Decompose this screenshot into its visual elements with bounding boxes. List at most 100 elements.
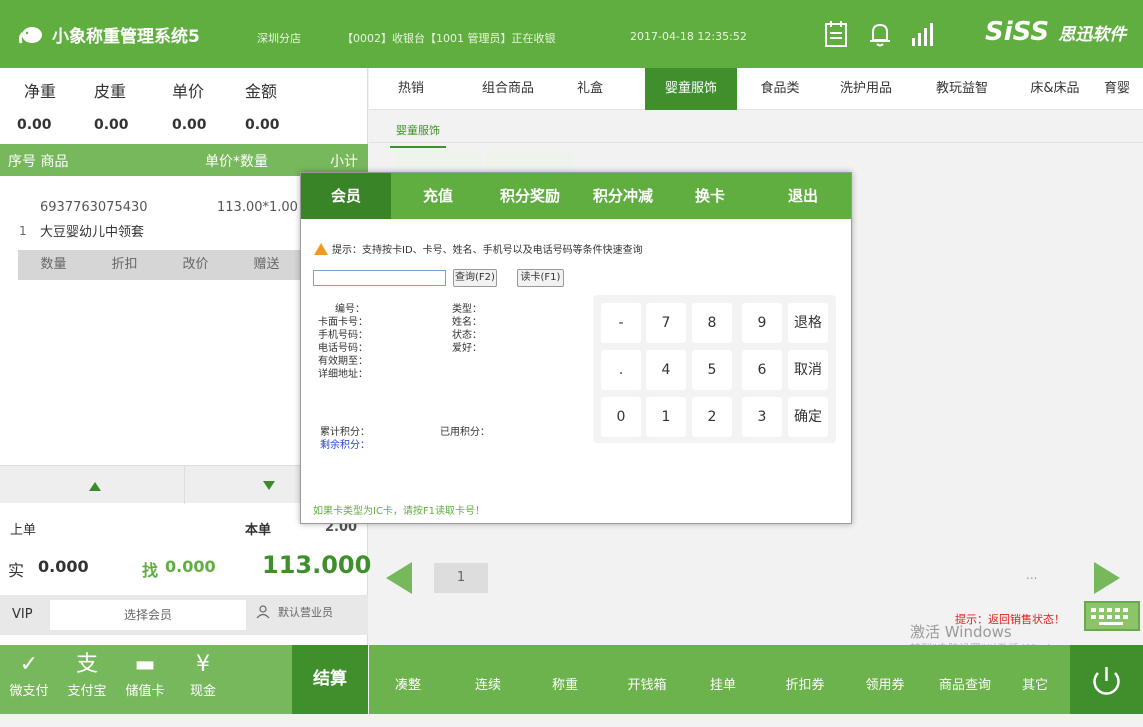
page-number[interactable]: 1 bbox=[434, 563, 488, 593]
product-tile[interactable] bbox=[487, 150, 573, 172]
continuous-button[interactable]: 连续 bbox=[460, 645, 516, 714]
hold-order-button[interactable]: 挂单 bbox=[695, 645, 751, 714]
select-member-button[interactable]: 选择会员 bbox=[50, 600, 246, 630]
product-query-button[interactable]: 商品查询 bbox=[925, 645, 1005, 714]
power-icon bbox=[1093, 667, 1120, 695]
app-title: 小象称重管理系统5 bbox=[52, 27, 200, 47]
bell-icon[interactable] bbox=[867, 20, 893, 48]
settle-button[interactable]: 结算 bbox=[292, 645, 368, 714]
net-weight-value: 0.00 bbox=[17, 117, 52, 133]
stored-value-card-button[interactable]: ▬ 储值卡 bbox=[116, 645, 174, 714]
key-5[interactable]: 5 bbox=[692, 350, 732, 390]
subcategory-tab[interactable]: 婴童服饰 bbox=[390, 116, 446, 148]
alipay-button[interactable]: 支 支付宝 bbox=[58, 645, 116, 714]
total-amount: 113.000 bbox=[262, 551, 372, 579]
amount-label: 金额 bbox=[245, 82, 278, 101]
tab-toys[interactable]: 教玩益智 bbox=[922, 68, 1002, 110]
tab-member[interactable]: 会员 bbox=[301, 173, 391, 219]
brand-logo: SiSS 思迅软件 bbox=[985, 17, 1126, 47]
query-button[interactable]: 查询(F2) bbox=[453, 269, 497, 287]
tab-hot[interactable]: 热销 bbox=[380, 68, 442, 110]
scroll-down-icon[interactable] bbox=[263, 481, 275, 490]
other-button[interactable]: 其它 bbox=[1010, 645, 1060, 714]
net-weight-label: 净重 bbox=[24, 82, 57, 101]
store-name: 深圳分店 bbox=[257, 32, 301, 45]
change-price-button[interactable]: 改价 bbox=[160, 250, 231, 280]
item-price-qty: 113.00*1.00 bbox=[217, 200, 298, 215]
card-icon: ▬ bbox=[134, 652, 156, 677]
key-4[interactable]: 4 bbox=[646, 350, 686, 390]
app-logo: 小象称重管理系统5 bbox=[18, 22, 200, 47]
brand-name: SiSS bbox=[985, 17, 1050, 47]
prev-page-icon[interactable] bbox=[386, 562, 412, 594]
datetime: 2017-04-18 12:35:52 bbox=[630, 30, 747, 43]
key-confirm[interactable]: 确定 bbox=[788, 397, 828, 437]
activation-watermark: 激活 Windows bbox=[910, 623, 1012, 641]
tab-infant[interactable]: 育婴 bbox=[1100, 68, 1143, 110]
tab-bedding[interactable]: 床&床品 bbox=[1017, 68, 1093, 110]
tare-value: 0.00 bbox=[94, 117, 129, 133]
tab-combo[interactable]: 组合商品 bbox=[468, 68, 548, 110]
scroll-up-icon[interactable] bbox=[89, 482, 101, 491]
alipay-icon: 支 bbox=[75, 652, 98, 677]
tab-points-deduct[interactable]: 积分冲减 bbox=[578, 173, 668, 219]
keyboard-icon[interactable] bbox=[1084, 601, 1140, 631]
key-9[interactable]: 9 bbox=[742, 303, 782, 343]
key-2[interactable]: 2 bbox=[692, 397, 732, 437]
discount-button[interactable]: 折扣 bbox=[89, 250, 160, 280]
change-value: 0.000 bbox=[165, 557, 216, 576]
member-search-input[interactable] bbox=[313, 270, 446, 286]
cashier-status: 【0002】收银台【1001 管理员】正在收银 bbox=[342, 32, 556, 45]
points-used: 已用积分： bbox=[440, 427, 490, 438]
key-6[interactable]: 6 bbox=[742, 350, 782, 390]
tab-change-card[interactable]: 换卡 bbox=[675, 173, 745, 219]
key-7[interactable]: 7 bbox=[646, 303, 686, 343]
read-card-button[interactable]: 读卡(F1) bbox=[517, 269, 564, 287]
tab-exit[interactable]: 退出 bbox=[768, 173, 838, 219]
key-dot[interactable]: . bbox=[601, 350, 641, 390]
tab-care[interactable]: 洗护用品 bbox=[826, 68, 906, 110]
paid-label: 实 bbox=[8, 561, 25, 580]
discount-coupon-button[interactable]: 折扣券 bbox=[770, 645, 840, 714]
previous-order-label: 上单 bbox=[10, 523, 37, 538]
default-staff-button[interactable]: 默认营业员 bbox=[256, 604, 333, 620]
wechat-pay-button[interactable]: ✓ 微支付 bbox=[0, 645, 58, 714]
more-pages: ... bbox=[1026, 568, 1038, 582]
tab-points-reward[interactable]: 积分奖励 bbox=[485, 173, 575, 219]
claim-coupon-button[interactable]: 领用券 bbox=[850, 645, 920, 714]
tab-recharge[interactable]: 充值 bbox=[398, 173, 478, 219]
tab-baby-clothing[interactable]: 婴童服饰 bbox=[645, 68, 737, 110]
unit-price-value: 0.00 bbox=[172, 117, 207, 133]
change-label: 找 bbox=[142, 561, 159, 580]
ic-card-hint: 如果卡类型为IC卡，请按F1读取卡号！ bbox=[313, 506, 486, 517]
notepad-icon[interactable] bbox=[823, 20, 849, 48]
quantity-button[interactable]: 数量 bbox=[18, 250, 89, 280]
round-off-button[interactable]: 凑整 bbox=[380, 645, 436, 714]
field-hobby: 爱好： bbox=[452, 343, 482, 354]
cash-button[interactable]: ¥ 现金 bbox=[174, 645, 232, 714]
key-minus[interactable]: - bbox=[601, 303, 641, 343]
chat-bubble-icon: ✓ bbox=[19, 652, 39, 677]
key-8[interactable]: 8 bbox=[692, 303, 732, 343]
key-3[interactable]: 3 bbox=[742, 397, 782, 437]
open-drawer-button[interactable]: 开钱箱 bbox=[612, 645, 682, 714]
points-left: 剩余积分： bbox=[320, 440, 370, 451]
subtotal-header: 小计 bbox=[330, 154, 358, 170]
wechat-pay-label: 微支付 bbox=[9, 684, 49, 699]
key-cancel[interactable]: 取消 bbox=[788, 350, 828, 390]
gift-button[interactable]: 赠送 bbox=[231, 250, 302, 280]
product-tile[interactable] bbox=[396, 150, 482, 172]
weigh-button[interactable]: 称重 bbox=[537, 645, 593, 714]
next-page-icon[interactable] bbox=[1094, 562, 1120, 594]
key-1[interactable]: 1 bbox=[646, 397, 686, 437]
power-button[interactable] bbox=[1070, 645, 1143, 714]
key-0[interactable]: 0 bbox=[601, 397, 641, 437]
key-backspace[interactable]: 退格 bbox=[788, 303, 828, 343]
tab-gift-box[interactable]: 礼盒 bbox=[565, 68, 615, 110]
brand-suffix: 思迅软件 bbox=[1058, 25, 1127, 45]
item-name: 大豆婴幼儿中领套 bbox=[40, 225, 145, 240]
paid-value: 0.000 bbox=[38, 557, 89, 576]
warning-icon bbox=[314, 242, 328, 255]
signal-icon bbox=[912, 23, 933, 46]
tab-food[interactable]: 食品类 bbox=[755, 68, 805, 110]
